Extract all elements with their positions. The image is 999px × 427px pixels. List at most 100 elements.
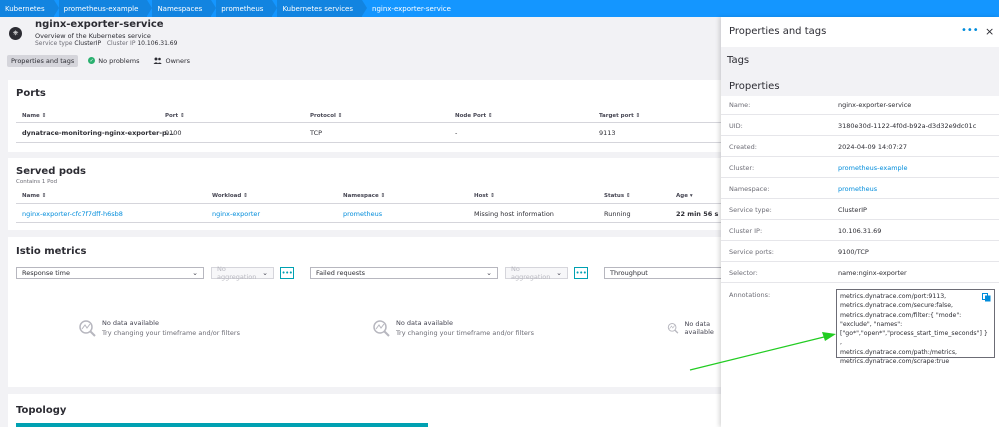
- check-circle-icon: ✓: [88, 57, 96, 64]
- property-row: Cluster IP: 10.106.31.69: [721, 220, 999, 241]
- property-value: ClusterIP: [838, 206, 867, 214]
- istio-metrics-title: Istio metrics: [16, 246, 87, 257]
- annotation-line: metrics.dynatrace.com/path:/metrics,: [840, 348, 958, 356]
- annotations-label: Annotations:: [729, 291, 771, 299]
- kubernetes-service-icon: ⎈: [9, 27, 22, 40]
- chevron-down-icon: ⌄: [262, 269, 268, 277]
- property-label: Cluster IP:: [729, 227, 763, 235]
- page-header: ⎈ nginx-exporter-service Overview of the…: [0, 17, 721, 51]
- breadcrumb: Kubernetes prometheus-example Namespaces…: [0, 0, 999, 17]
- metric-select-label: Failed requests: [316, 269, 366, 277]
- problems-button[interactable]: ✓ No problems: [84, 55, 143, 67]
- property-row: Cluster: prometheus-example: [721, 157, 999, 178]
- served-pods-count: Contains 1 Pod: [16, 179, 58, 185]
- pods-col-name[interactable]: Name ⇕: [22, 193, 46, 199]
- property-value: 3180e30d-1122-4f0d-b92a-d3d32e9dc01c: [838, 122, 977, 130]
- annotations-value[interactable]: metrics.dynatrace.com/port:9113, metrics…: [836, 289, 995, 365]
- cluster-link[interactable]: prometheus-example: [838, 164, 907, 172]
- pod-namespace-link[interactable]: prometheus: [343, 210, 382, 218]
- no-data-title: No data available: [102, 319, 159, 327]
- metric-select-label: Throughput: [610, 269, 648, 277]
- annotation-line: metrics.dynatrace.com/port:9113,: [840, 293, 947, 300]
- service-meta: Service type ClusterIP Cluster IP 10.106…: [35, 40, 177, 47]
- pod-name-link[interactable]: nginx-exporter-cfc7f7dff-h6sb8: [22, 210, 123, 218]
- aggregation-select[interactable]: No aggregation ⌄: [211, 265, 274, 281]
- pods-col-namespace[interactable]: Namespace ⇕: [343, 193, 385, 199]
- property-value: 9100/TCP: [838, 248, 869, 256]
- divider: [16, 222, 721, 223]
- property-row: Name: nginx-exporter-service: [721, 94, 999, 115]
- aggregation-label: No aggregation: [511, 265, 551, 281]
- property-value: nginx-exporter-service: [838, 101, 912, 109]
- port-name: dynatrace-monitoring-nginx-exporter-p...: [22, 129, 175, 137]
- pod-age: 22 min 56 s: [676, 210, 719, 218]
- pod-status: Running: [604, 210, 631, 218]
- pod-workload-link[interactable]: nginx-exporter: [212, 210, 260, 218]
- ports-col-protocol[interactable]: Protocol ⇕: [310, 113, 342, 119]
- port-value: 9100: [165, 129, 182, 137]
- served-pods-title: Served pods: [16, 166, 86, 177]
- chart-magnifier-icon: [373, 320, 390, 337]
- owners-button[interactable]: Owners: [149, 55, 194, 67]
- divider: [16, 142, 721, 143]
- breadcrumb-kubernetes[interactable]: Kubernetes: [0, 0, 59, 17]
- no-data-message: No data available Try changing your timef…: [78, 319, 240, 337]
- metric-select-response-time[interactable]: Response time ⌄: [16, 267, 204, 279]
- ports-col-name[interactable]: Name ⇕: [22, 113, 46, 119]
- property-label: Service ports:: [729, 248, 774, 256]
- more-options-button[interactable]: •••: [280, 267, 294, 279]
- people-icon: [153, 57, 163, 64]
- ports-col-target-port[interactable]: Target port ⇕: [599, 113, 640, 119]
- drawer-title: Properties and tags: [729, 26, 827, 37]
- aggregation-select[interactable]: No aggregation ⌄: [505, 265, 568, 281]
- property-row: Created: 2024-04-09 14:07:27: [721, 136, 999, 157]
- annotation-line: metrics.dynatrace.com/scrape:true: [840, 358, 950, 366]
- page-subtitle: Overview of the Kubernetes service: [35, 32, 151, 40]
- property-row: Selector: name:nginx-exporter: [721, 262, 999, 283]
- property-value: name:nginx-exporter: [838, 269, 907, 277]
- properties-and-tags-label: Properties and tags: [11, 56, 75, 65]
- pods-col-host[interactable]: Host ⇕: [474, 193, 495, 199]
- property-label: Service type:: [729, 206, 772, 214]
- problems-label: No problems: [98, 56, 140, 65]
- copy-icon[interactable]: [982, 293, 991, 302]
- no-data-subtitle: Try changing your timeframe and/or filte…: [102, 329, 240, 337]
- breadcrumb-kubernetes-services[interactable]: Kubernetes services: [277, 0, 367, 17]
- breadcrumb-namespace[interactable]: prometheus: [216, 0, 278, 17]
- pods-col-workload[interactable]: Workload ⇕: [212, 193, 248, 199]
- breadcrumb-cluster[interactable]: prometheus-example: [58, 0, 153, 17]
- property-label: UID:: [729, 122, 743, 130]
- breadcrumb-current: nginx-exporter-service: [372, 4, 451, 13]
- properties-and-tags-button[interactable]: Properties and tags: [7, 54, 79, 67]
- ports-col-port[interactable]: Port ⇕: [165, 113, 185, 119]
- chart-magnifier-icon: [79, 320, 96, 337]
- istio-metrics-panel: Istio metrics Response time ⌄ No aggregat…: [8, 237, 721, 387]
- service-type-value: ClusterIP: [74, 40, 102, 47]
- metric-select-throughput[interactable]: Throughput: [604, 267, 721, 279]
- close-icon[interactable]: ×: [985, 25, 994, 38]
- owners-label: Owners: [165, 56, 191, 65]
- cluster-ip-value: 10.106.31.69: [137, 40, 178, 47]
- annotation-line: metrics.dynatrace.com/filter:{ "mode":: [840, 311, 962, 319]
- more-actions-button[interactable]: •••: [961, 25, 979, 36]
- served-pods-panel: Served pods Contains 1 Pod Name ⇕ Worklo…: [8, 158, 721, 230]
- property-value: 10.106.31.69: [838, 227, 882, 235]
- ports-title: Ports: [16, 88, 46, 99]
- properties-title: Properties: [729, 81, 780, 92]
- more-options-button[interactable]: •••: [574, 267, 588, 279]
- annotation-line: "exclude", "names":: [840, 320, 903, 328]
- pods-col-age[interactable]: Age ▾: [676, 193, 693, 199]
- annotation-line: ["go*","open*","process_start_time_secon…: [840, 330, 988, 347]
- no-data-message: No data available: [667, 319, 721, 337]
- property-row: Service ports: 9100/TCP: [721, 241, 999, 262]
- chevron-down-icon: ⌄: [192, 269, 198, 277]
- annotation-line: metrics.dynatrace.com/secure:false,: [840, 302, 953, 310]
- breadcrumb-namespaces[interactable]: Namespaces: [152, 0, 217, 17]
- property-label: Cluster:: [729, 164, 755, 172]
- pods-col-status[interactable]: Status ⇕: [604, 193, 631, 199]
- ports-col-node-port[interactable]: Node Port ⇕: [455, 113, 493, 119]
- port-node-port: -: [455, 129, 458, 137]
- metric-select-failed-requests[interactable]: Failed requests ⌄: [310, 267, 498, 279]
- cluster-ip-label: Cluster IP: [106, 40, 136, 47]
- namespace-link[interactable]: prometheus: [838, 185, 877, 193]
